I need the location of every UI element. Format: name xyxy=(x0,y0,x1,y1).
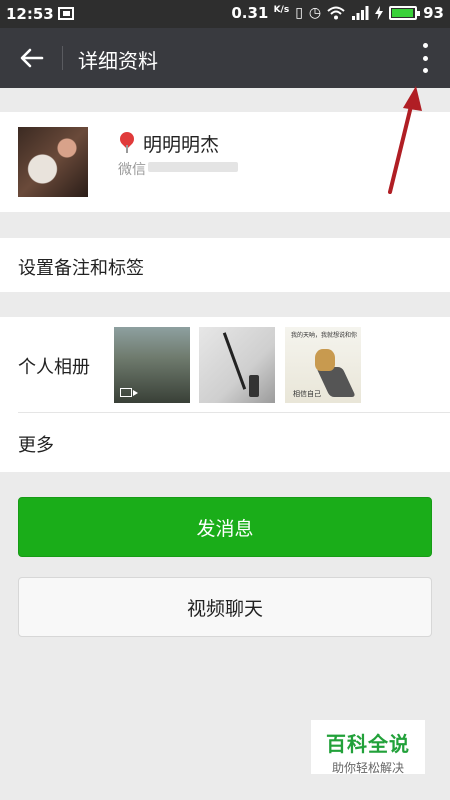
more-options-icon[interactable] xyxy=(418,43,432,73)
watermark-title: 百科全说 xyxy=(326,732,410,756)
album-photo-3[interactable]: 我的天呐，我就想说和你 相信自己 xyxy=(285,327,361,403)
wechat-id-redacted xyxy=(148,162,238,172)
dog-shadow xyxy=(316,367,356,397)
send-message-button[interactable]: 发消息 xyxy=(18,497,432,557)
more-row[interactable]: 更多 xyxy=(0,413,450,472)
net-speed: 0.31 K/s xyxy=(231,4,289,22)
remark-tags-row[interactable]: 设置备注和标签 xyxy=(0,238,450,292)
status-bar: 12:53 0.31 K/s ▯ ◷ 93 xyxy=(0,0,450,28)
album-photo-2[interactable] xyxy=(199,327,275,403)
battery-level: 93 xyxy=(423,4,444,22)
watermark-subtitle: 助你轻松解决 xyxy=(331,761,404,775)
album-photo-1[interactable] xyxy=(114,327,190,403)
profile-name: 明明明杰 xyxy=(143,134,220,156)
album-label: 个人相册 xyxy=(18,357,90,378)
signal-icon xyxy=(352,6,369,20)
video-chat-button[interactable]: 视频聊天 xyxy=(18,577,432,637)
more-label: 更多 xyxy=(18,435,54,456)
wechat-id-label: 微信 xyxy=(118,162,146,178)
dog-figure xyxy=(315,349,335,371)
vibrate-icon: ▯ xyxy=(295,5,303,21)
net-speed-unit: K/s xyxy=(273,5,290,15)
back-arrow-icon[interactable] xyxy=(16,42,48,74)
avatar[interactable] xyxy=(18,127,88,197)
battery-icon xyxy=(389,6,421,20)
battery-fill xyxy=(392,9,413,17)
album-photo-3-caption-bottom: 相信自己 xyxy=(293,390,321,398)
status-time: 12:53 xyxy=(6,5,54,23)
alarm-icon: ◷ xyxy=(308,5,322,21)
appbar-divider xyxy=(62,46,63,70)
location-pin-stem xyxy=(126,145,128,153)
page-title: 详细资料 xyxy=(78,49,158,73)
image-notification-icon xyxy=(58,7,74,20)
album-photo-3-caption-top: 我的天呐，我就想说和你 xyxy=(291,332,358,339)
app-bar: 详细资料 xyxy=(0,28,450,88)
video-icon xyxy=(120,388,138,397)
remark-tags-label: 设置备注和标签 xyxy=(18,258,144,279)
watermark: 百科全说 助你轻松解决 xyxy=(311,720,425,775)
wifi-icon xyxy=(327,6,345,20)
charging-icon xyxy=(375,6,384,20)
net-speed-value: 0.31 xyxy=(231,4,269,22)
